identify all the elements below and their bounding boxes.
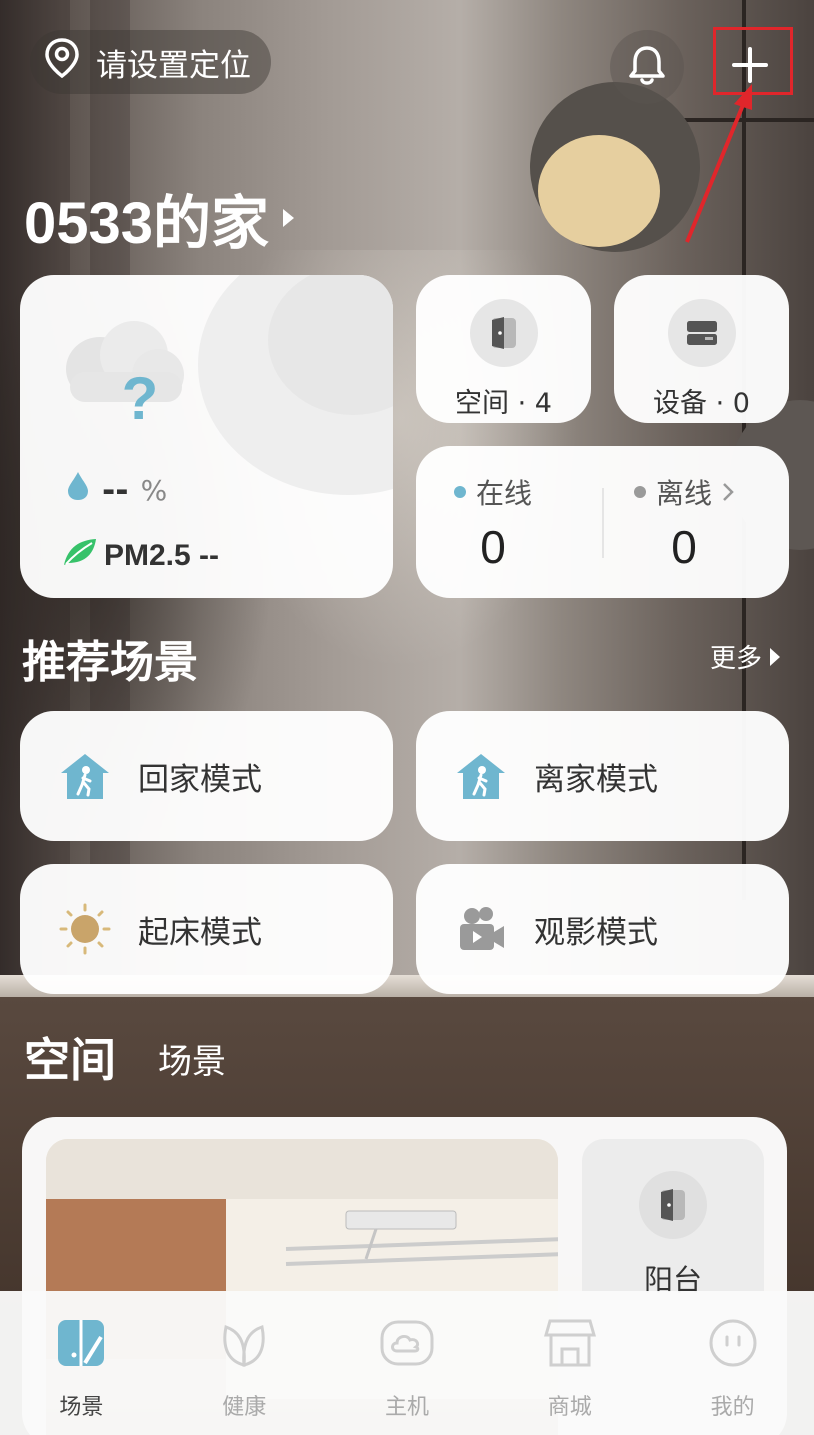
nav-host[interactable]: 主机	[326, 1291, 489, 1435]
humidity-unit: %	[140, 473, 168, 507]
door-icon	[469, 299, 538, 367]
nav-scene[interactable]: 场景	[0, 1291, 163, 1435]
offline-dot-icon	[634, 486, 646, 498]
scene-card-home[interactable]: 回家模式	[20, 711, 393, 841]
scene-label: 观影模式	[534, 914, 658, 951]
recommended-scenes-title: 推荐场景	[22, 637, 198, 688]
nav-label: 健康	[222, 1395, 267, 1420]
scene-card-away[interactable]: 离家模式	[416, 711, 789, 841]
nav-label: 我的	[710, 1395, 755, 1420]
more-label: 更多	[710, 644, 763, 674]
offline-label: 离线	[656, 477, 713, 510]
tab-scene[interactable]: 场景	[158, 1034, 226, 1083]
profile-face-icon	[705, 1315, 761, 1371]
bell-icon	[626, 43, 668, 91]
weather-card[interactable]: ? -- % PM2.5 --	[20, 275, 393, 598]
store-icon	[542, 1315, 598, 1371]
online-stat: 在线 0	[454, 472, 532, 574]
nav-health[interactable]: 健康	[163, 1291, 326, 1435]
spaces-card[interactable]: 空间 · 4	[416, 275, 591, 423]
nav-label: 商城	[547, 1395, 592, 1420]
cloud-hub-icon	[379, 1315, 435, 1371]
movie-camera-icon	[454, 902, 508, 956]
more-scenes-link[interactable]: 更多	[710, 638, 781, 675]
humidity-value: --	[102, 471, 129, 509]
leaf-icon	[216, 1315, 272, 1371]
svg-text:?: ?	[122, 365, 159, 427]
offline-stat: 离线 0	[634, 472, 734, 574]
unknown-weather-icon: ?	[62, 317, 192, 432]
notifications-button[interactable]	[610, 30, 684, 104]
divider	[602, 488, 604, 558]
scene-label: 起床模式	[138, 914, 262, 951]
scene-card-wakeup[interactable]: 起床模式	[20, 864, 393, 994]
humidity-row: -- %	[66, 471, 167, 509]
tab-space[interactable]: 空间	[24, 1024, 116, 1090]
online-label: 在线	[476, 477, 533, 510]
scene-icon	[53, 1315, 109, 1371]
location-label: 请设置定位	[96, 47, 251, 84]
home-title: 0533的家	[24, 191, 270, 256]
bottom-nav: 场景 健康 主机 商城 我的	[0, 1291, 814, 1435]
offline-count: 0	[671, 521, 697, 573]
house-walk-icon	[454, 749, 508, 803]
nav-label: 场景	[59, 1395, 104, 1420]
leaf-icon	[62, 537, 98, 575]
home-selector[interactable]: 0533的家	[24, 176, 295, 260]
devices-count-label: 设备 · 0	[653, 388, 750, 419]
spaces-count-label: 空间 · 4	[455, 388, 552, 419]
scene-card-movie[interactable]: 观影模式	[416, 864, 789, 994]
house-walk-icon	[58, 749, 112, 803]
location-button[interactable]: 请设置定位	[30, 30, 271, 94]
scene-label: 离家模式	[534, 761, 658, 798]
nav-profile[interactable]: 我的	[651, 1291, 814, 1435]
location-pin-icon	[42, 36, 82, 88]
devices-card[interactable]: 设备 · 0	[614, 275, 789, 423]
device-status-card[interactable]: 在线 0 离线 0	[416, 446, 789, 598]
device-box-icon	[667, 299, 736, 367]
scene-label: 回家模式	[138, 761, 262, 798]
water-drop-icon	[66, 471, 90, 509]
annotation-highlight-box	[713, 27, 793, 95]
caret-right-icon	[283, 209, 295, 227]
nav-store[interactable]: 商城	[488, 1291, 651, 1435]
pm25-row: PM2.5 --	[62, 537, 219, 575]
caret-right-icon	[770, 647, 781, 666]
sun-icon	[58, 902, 112, 956]
door-icon	[639, 1171, 707, 1239]
pm25-label: PM2.5 --	[104, 539, 220, 572]
chevron-right-icon	[722, 476, 734, 509]
online-count: 0	[480, 521, 506, 573]
nav-label: 主机	[384, 1395, 429, 1420]
online-dot-icon	[454, 486, 466, 498]
